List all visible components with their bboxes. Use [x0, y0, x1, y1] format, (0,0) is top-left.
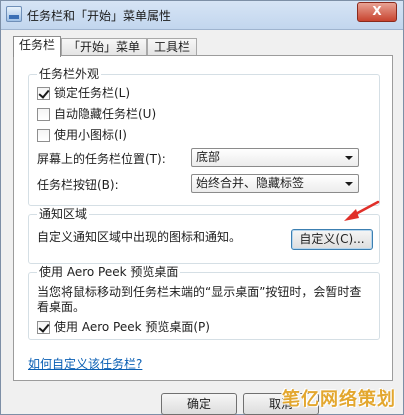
location-label: 屏幕上的任务栏位置(T): — [37, 152, 166, 166]
taskbar-properties-dialog: 任务栏和「开始」菜单属性 X 任务栏 「开始」菜单 工具栏 任务栏外观 锁定任务… — [0, 0, 404, 415]
tab-taskbar[interactable]: 任务栏 — [13, 36, 61, 57]
buttons-label: 任务栏按钮(B): — [37, 178, 119, 192]
auto-hide-label: 自动隐藏任务栏(U) — [54, 107, 157, 121]
ok-button[interactable]: 确定 — [161, 393, 237, 415]
auto-hide-row[interactable]: 自动隐藏任务栏(U) — [37, 106, 156, 122]
lock-taskbar-checkbox[interactable] — [37, 86, 50, 100]
lock-taskbar-row[interactable]: 锁定任务栏(L) — [37, 85, 130, 101]
aero-peek-row[interactable]: 使用 Aero Peek 预览桌面(P) — [37, 319, 210, 335]
buttons-select[interactable]: 始终合并、隐藏标签 — [191, 174, 359, 193]
small-icons-label: 使用小图标(I) — [54, 128, 127, 142]
window-title: 任务栏和「开始」菜单属性 — [27, 9, 172, 23]
notification-description: 自定义通知区域中出现的图标和通知。 — [37, 230, 242, 244]
aero-peek-group: 使用 Aero Peek 预览桌面 当您将鼠标移动到任务栏末端的“显示桌面”按钮… — [28, 265, 380, 340]
watermark-text: 笔亿网络策划 — [282, 389, 396, 410]
buttons-select-value: 始终合并、隐藏标签 — [196, 176, 305, 190]
chevron-down-icon — [345, 156, 353, 160]
tab-panel-taskbar: 任务栏外观 锁定任务栏(L) 自动隐藏任务栏(U) 使用小图标(I) 屏幕上的任… — [13, 55, 393, 381]
notification-group-title: 通知区域 — [37, 207, 90, 221]
location-select[interactable]: 底部 — [191, 148, 359, 167]
location-select-value: 底部 — [196, 150, 221, 164]
chevron-down-icon — [345, 182, 353, 186]
lock-taskbar-label: 锁定任务栏(L) — [54, 86, 131, 100]
aero-peek-description: 当您将鼠标移动到任务栏末端的“显示桌面”按钮时，会暂时查看桌面。 — [37, 285, 362, 314]
auto-hide-checkbox[interactable] — [37, 107, 50, 121]
small-icons-checkbox[interactable] — [37, 128, 50, 142]
notification-group: 通知区域 自定义通知区域中出现的图标和通知。 自定义(C)... — [28, 207, 380, 264]
small-icons-row[interactable]: 使用小图标(I) — [37, 127, 127, 143]
taskbar-app-icon — [6, 6, 22, 22]
tab-toolbars[interactable]: 工具栏 — [147, 38, 197, 56]
tab-start-menu[interactable]: 「开始」菜单 — [61, 38, 147, 56]
appearance-group: 任务栏外观 锁定任务栏(L) 自动隐藏任务栏(U) 使用小图标(I) 屏幕上的任… — [28, 67, 380, 206]
customize-button[interactable]: 自定义(C)... — [291, 229, 373, 250]
close-button[interactable]: X — [357, 2, 397, 22]
aero-peek-group-title: 使用 Aero Peek 预览桌面 — [37, 265, 181, 279]
aero-peek-checkbox[interactable] — [37, 320, 50, 334]
title-bar[interactable]: 任务栏和「开始」菜单属性 X — [1, 1, 403, 30]
aero-peek-label: 使用 Aero Peek 预览桌面(P) — [54, 320, 210, 334]
help-link[interactable]: 如何自定义该任务栏? — [28, 355, 142, 372]
appearance-group-title: 任务栏外观 — [37, 67, 102, 81]
